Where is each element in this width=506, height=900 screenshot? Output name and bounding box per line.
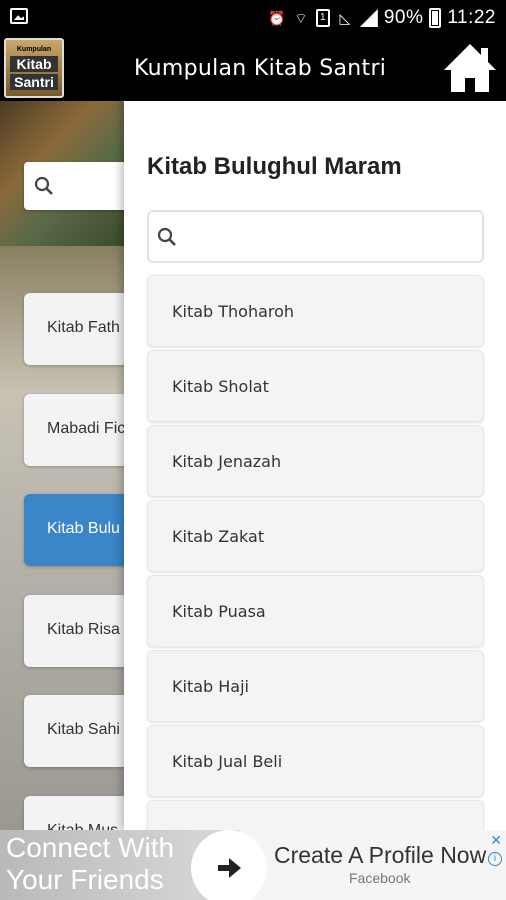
list-item[interactable]: Kitab Bulu: [24, 494, 134, 566]
list-item[interactable]: Kitab Fath: [24, 293, 134, 365]
ad-image-text-2: Your Friends: [6, 864, 164, 895]
list-item[interactable]: Kitab Sahi: [24, 695, 134, 767]
list-item-label: Mabadi Fic: [47, 419, 126, 437]
drawer-list-item[interactable]: Kitab Jual Beli: [147, 725, 484, 797]
list-item[interactable]: Mabadi Fic: [24, 393, 134, 466]
drawer-list-item[interactable]: Kitab Puasa: [147, 575, 484, 647]
drawer-panel: Kitab Bulughul Maram Kitab Thoharoh Kitab…: [124, 101, 506, 830]
app-logo[interactable]: Kumpulan Kitab Santri: [4, 38, 64, 98]
drawer-list-item[interactable]: Kitab Thoharoh: [147, 275, 484, 347]
ad-image-text-1: Connect With: [6, 832, 175, 863]
list-item[interactable]: Kitab Risa: [24, 594, 134, 667]
drawer-list-item[interactable]: Kitab Nikah: [147, 800, 484, 830]
search-icon: [34, 176, 53, 195]
drawer-search-box[interactable]: [147, 210, 484, 263]
drawer-list-item-label: Kitab Jenazah: [172, 452, 282, 471]
status-icons: ⏰ ⌔ 1 ◺ 90% 11:22: [268, 6, 496, 30]
drawer-title: Kitab Bulughul Maram: [147, 153, 402, 180]
drawer-list: Kitab Thoharoh Kitab Sholat Kitab Jenazah K…: [147, 275, 484, 830]
list-item-label: Kitab Risa: [47, 620, 120, 638]
status-bar: ⏰ ⌔ 1 ◺ 90% 11:22: [0, 0, 506, 36]
list-item-label: Kitab Bulu: [47, 520, 120, 537]
drawer-list-item[interactable]: Kitab Sholat: [147, 350, 484, 422]
clock: 11:22: [447, 7, 496, 28]
home-icon[interactable]: [442, 40, 498, 96]
logo-line-1: Kumpulan: [16, 46, 52, 53]
drawer-search-input[interactable]: [185, 222, 475, 252]
arrow-right-icon: [218, 858, 241, 878]
wifi-icon: ⌔: [294, 10, 308, 26]
drawer-list-item[interactable]: Kitab Jenazah: [147, 425, 484, 497]
search-icon: [157, 227, 176, 246]
alarm-icon: ⏰: [268, 10, 286, 26]
app-title: Kumpulan Kitab Santri: [134, 56, 387, 81]
close-icon[interactable]: ✕: [490, 832, 502, 849]
list-item-label: Kitab Fath: [47, 319, 120, 336]
ad-brand: Facebook: [349, 870, 411, 886]
ad-banner[interactable]: Connect With Your Friends Create A Profi…: [0, 830, 506, 900]
drawer-list-item-label: Kitab Haji: [172, 677, 249, 696]
logo-line-2: Kitab: [10, 56, 58, 72]
main-search-input[interactable]: [24, 162, 134, 210]
sim-icon: 1: [315, 9, 330, 27]
logo-line-3: Santri: [10, 74, 58, 90]
battery-percent: 90%: [383, 7, 424, 28]
gallery-notification-icon: [10, 8, 28, 24]
drawer-list-item[interactable]: Kitab Zakat: [147, 500, 484, 572]
info-icon[interactable]: i: [488, 852, 502, 866]
battery-icon: [429, 8, 442, 28]
no-signal-icon: ◺: [339, 10, 351, 26]
drawer-list-item-label: Kitab Jual Beli: [172, 752, 283, 771]
ad-arrow-button[interactable]: [191, 830, 267, 900]
drawer-list-item-label: Kitab Sholat: [172, 377, 269, 396]
drawer-list-item-label: Kitab Puasa: [172, 602, 266, 621]
signal-icon: [359, 9, 378, 27]
list-item-label: Kitab Sahi: [47, 721, 120, 738]
drawer-list-item[interactable]: Kitab Haji: [147, 650, 484, 722]
app-bar: Kumpulan Kitab Santri Kumpulan Kitab San…: [0, 36, 506, 101]
ad-cta-text[interactable]: Create A Profile Now: [274, 842, 486, 869]
drawer-list-item-label: Kitab Thoharoh: [172, 302, 295, 321]
drawer-list-item-label: Kitab Zakat: [172, 527, 265, 546]
